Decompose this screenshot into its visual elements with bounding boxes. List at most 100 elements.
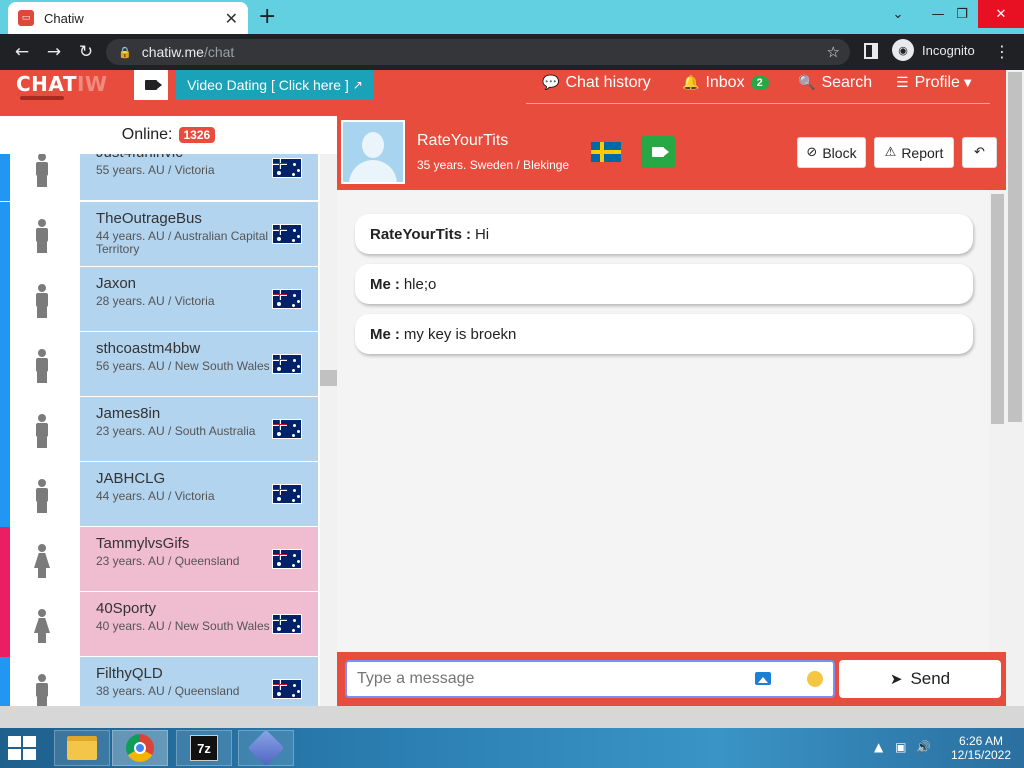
user-card[interactable]: FilthyQLD 38 years. AU / Queensland	[80, 657, 318, 706]
incognito-indicator[interactable]: ◉ Incognito	[892, 39, 975, 61]
taskbar-clock[interactable]: 6:26 AM 12/15/2022	[946, 734, 1016, 762]
emoji-icon[interactable]	[807, 671, 823, 687]
user-card[interactable]: Jaxon 28 years. AU / Victoria	[80, 267, 318, 331]
user-name[interactable]: sthcoastm4bbw	[96, 340, 200, 357]
user-list-item[interactable]: Jaxon 28 years. AU / Victoria	[0, 267, 320, 332]
bell-icon: 🔔	[682, 75, 700, 91]
warning-icon: ⚠	[884, 145, 897, 160]
user-card[interactable]: 40Sporty 40 years. AU / New South Wales	[80, 592, 318, 656]
user-card[interactable]: Just4funinvic 55 years. AU / Victoria	[80, 154, 318, 200]
lock-icon: 🔒	[118, 45, 132, 59]
image-upload-icon[interactable]	[755, 672, 771, 685]
video-dating-button[interactable]: Video Dating [ Click here ] ↗	[176, 70, 374, 100]
user-card[interactable]: TheOutrageBus 44 years. AU / Australian C…	[80, 202, 318, 266]
gender-stripe	[0, 657, 10, 706]
tab-search-chevron-icon[interactable]: ⌄	[878, 0, 918, 28]
scrollbar-thumb[interactable]	[991, 194, 1004, 424]
chatiw-logo[interactable]: CHATIW	[16, 72, 108, 100]
user-meta: 23 years. AU / Queensland	[96, 554, 240, 568]
browser-menu-icon[interactable]: ⋮	[994, 42, 1010, 61]
send-button[interactable]: ➤ Send	[839, 660, 1001, 698]
australia-flag-icon	[272, 484, 302, 504]
address-bar[interactable]: 🔒 chatiw.me/chat ☆	[106, 39, 850, 65]
user-meta: 40 years. AU / New South Wales	[96, 619, 270, 633]
close-window-icon[interactable]: ✕	[978, 0, 1024, 28]
message-input[interactable]	[357, 668, 737, 690]
horizontal-scrollbar[interactable]	[0, 706, 1024, 728]
gender-stripe	[0, 527, 10, 592]
nav-search[interactable]: 🔍 Search	[798, 74, 872, 92]
page-scrollbar[interactable]	[1006, 70, 1024, 706]
message-scrollbar[interactable]	[989, 190, 1006, 652]
user-name[interactable]: Just4funinvic	[96, 154, 183, 161]
block-button[interactable]: ⊘ Block	[797, 137, 866, 168]
user-name[interactable]: TammylvsGifs	[96, 535, 189, 552]
user-name[interactable]: Jaxon	[96, 275, 136, 292]
user-name[interactable]: 40Sporty	[96, 600, 156, 617]
gender-stripe	[0, 397, 10, 462]
message-input-wrapper[interactable]	[345, 660, 835, 698]
user-card[interactable]: sthcoastm4bbw 56 years. AU / New South Wa…	[80, 332, 318, 396]
browser-toolbar: ← → ↻ 🔒 chatiw.me/chat ☆ ◉ Incognito ⋮	[0, 34, 1024, 70]
new-tab-icon[interactable]: +	[258, 4, 276, 29]
user-list-item[interactable]: James8in 23 years. AU / South Australia	[0, 397, 320, 462]
user-list-item[interactable]: TammylvsGifs 23 years. AU / Queensland	[0, 527, 320, 592]
user-name[interactable]: James8in	[96, 405, 160, 422]
url-text: chatiw.me/chat	[141, 44, 235, 60]
nav-inbox[interactable]: 🔔 Inbox 2	[682, 74, 769, 92]
taskbar-app[interactable]	[238, 729, 294, 767]
nav-chat-history[interactable]: 💬 Chat history	[542, 74, 651, 92]
user-card[interactable]: JABHCLG 44 years. AU / Victoria	[80, 462, 318, 526]
show-hidden-icons-icon[interactable]: ▲	[874, 740, 883, 754]
user-list-item[interactable]: TheOutrageBus 44 years. AU / Australian C…	[0, 202, 320, 267]
chrome-icon	[126, 734, 154, 762]
restore-icon[interactable]: ❐	[942, 0, 982, 28]
user-list-item[interactable]: 40Sporty 40 years. AU / New South Wales	[0, 592, 320, 657]
browser-tab[interactable]: ▭ Chatiw ✕	[8, 2, 248, 34]
caret-down-icon: ▼	[963, 77, 972, 89]
video-chat-button[interactable]	[134, 70, 168, 100]
australia-flag-icon	[272, 224, 302, 244]
online-count-bar: Online: 1326	[0, 116, 337, 154]
start-button-icon[interactable]	[8, 736, 38, 760]
reply-arrow-icon: ↶	[974, 145, 985, 160]
user-list-item[interactable]: FilthyQLD 38 years. AU / Queensland	[0, 657, 320, 706]
video-call-button[interactable]	[641, 136, 675, 168]
nav-profile[interactable]: ☰ Profile ▼	[896, 74, 972, 92]
network-icon[interactable]: ▣	[895, 740, 906, 754]
reload-icon[interactable]: ↻	[70, 42, 102, 62]
male-icon	[33, 349, 51, 383]
back-reply-button[interactable]: ↶	[962, 137, 997, 168]
user-meta: 44 years. AU / Victoria	[96, 489, 215, 503]
taskbar-chrome[interactable]	[112, 730, 168, 766]
australia-flag-icon	[272, 158, 302, 178]
user-card[interactable]: TammylvsGifs 23 years. AU / Queensland	[80, 527, 318, 591]
user-name[interactable]: TheOutrageBus	[96, 210, 202, 227]
taskbar-7zip[interactable]: 7z	[176, 730, 232, 766]
user-list-scrollbar[interactable]	[320, 154, 337, 706]
peer-name[interactable]: RateYourTits	[417, 132, 508, 150]
user-card[interactable]: James8in 23 years. AU / South Australia	[80, 397, 318, 461]
folder-icon	[67, 736, 97, 760]
user-list-item[interactable]: Just4funinvic 55 years. AU / Victoria	[0, 154, 320, 201]
user-list-item[interactable]: sthcoastm4bbw 56 years. AU / New South Wa…	[0, 332, 320, 397]
user-meta: 23 years. AU / South Australia	[96, 424, 256, 438]
message-sender: Me	[370, 275, 391, 293]
windows-taskbar: 7z ▲ ▣ 🔊 6:26 AM 12/15/2022	[0, 728, 1024, 768]
user-name[interactable]: FilthyQLD	[96, 665, 163, 682]
system-tray[interactable]: ▲ ▣ 🔊	[874, 740, 931, 754]
user-name[interactable]: JABHCLG	[96, 470, 165, 487]
peer-avatar[interactable]	[341, 120, 405, 184]
forward-icon[interactable]: →	[38, 42, 70, 62]
scrollbar-thumb[interactable]	[1008, 72, 1022, 422]
tab-close-icon[interactable]: ✕	[225, 9, 238, 28]
volume-icon[interactable]: 🔊	[916, 740, 931, 754]
online-user-list[interactable]: Just4funinvic 55 years. AU / Victoria TheO…	[0, 154, 320, 706]
scrollbar-thumb[interactable]	[320, 370, 337, 386]
user-list-item[interactable]: JABHCLG 44 years. AU / Victoria	[0, 462, 320, 527]
side-panel-icon[interactable]	[864, 43, 878, 59]
bookmark-star-icon[interactable]: ☆	[827, 43, 840, 61]
report-button[interactable]: ⚠ Report	[874, 137, 954, 168]
taskbar-file-explorer[interactable]	[54, 730, 110, 766]
back-icon[interactable]: ←	[6, 42, 38, 62]
